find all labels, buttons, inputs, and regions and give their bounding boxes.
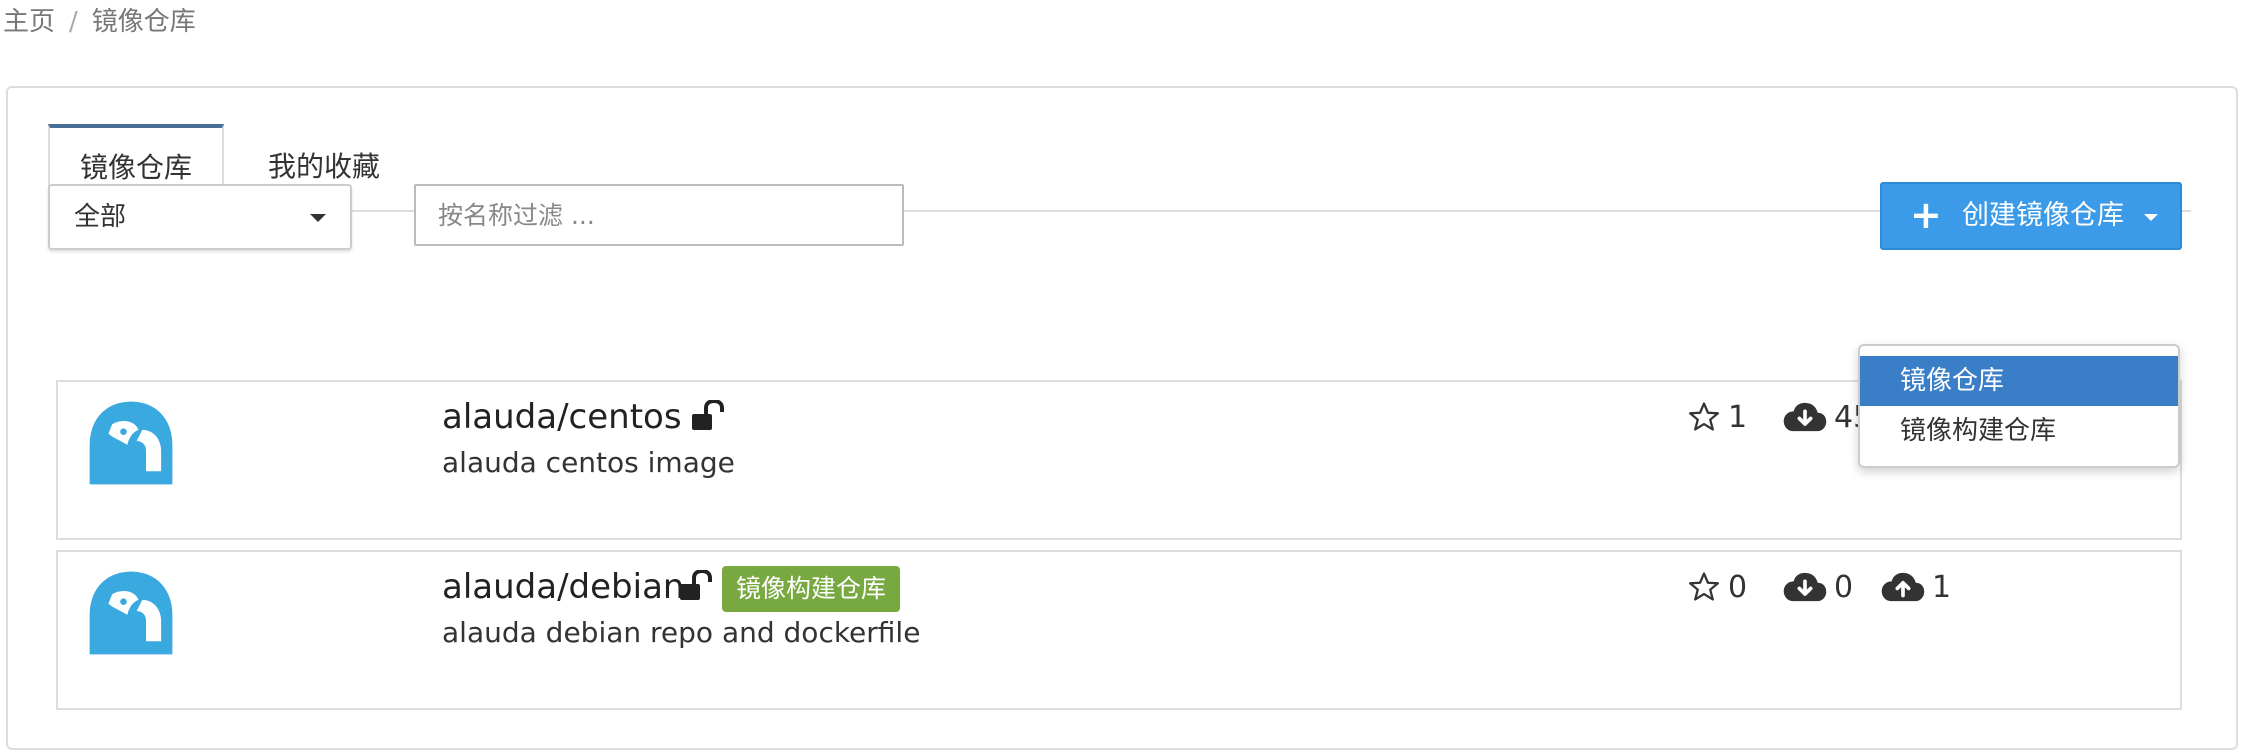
repo-description: alauda centos image <box>442 446 735 479</box>
namespace-select[interactable]: 全部 <box>48 184 352 250</box>
download-count: 0 <box>1782 564 1853 610</box>
repo-list-item[interactable]: alauda/debian 镜像构建仓库 alauda debian repo … <box>56 550 2182 710</box>
breadcrumb-current: 镜像仓库 <box>91 7 196 37</box>
repo-name[interactable]: alauda/centos <box>442 392 682 442</box>
breadcrumb: 主页 / 镜像仓库 <box>3 4 196 40</box>
star-count[interactable]: 1 <box>1686 394 1747 440</box>
upload-count: 1 <box>1880 564 1951 610</box>
build-repository-badge: 镜像构建仓库 <box>722 566 901 612</box>
namespace-select-value: 全部 <box>74 202 127 232</box>
star-count[interactable]: 0 <box>1686 564 1747 610</box>
create-repository-menu: 镜像仓库 镜像构建仓库 <box>1858 344 2180 468</box>
unlock-icon <box>692 400 724 430</box>
star-outline-icon <box>1688 572 1720 601</box>
unlock-icon <box>680 570 712 600</box>
star-count-value: 1 <box>1728 399 1748 435</box>
plus-icon: + <box>1910 193 1942 237</box>
tab-bar: 镜像仓库 我的收藏 <box>48 124 2191 212</box>
cloud-upload-icon <box>1881 572 1925 602</box>
menu-item-image-repository[interactable]: 镜像仓库 <box>1860 356 2178 406</box>
download-count-value: 0 <box>1834 569 1854 605</box>
menu-item-build-repository[interactable]: 镜像构建仓库 <box>1860 406 2178 456</box>
cloud-download-icon <box>1783 572 1827 602</box>
repo-description: alauda debian repo and dockerfile <box>442 616 921 649</box>
alauda-logo <box>89 401 173 485</box>
cloud-download-icon <box>1783 402 1827 432</box>
repo-name[interactable]: alauda/debian <box>442 562 684 612</box>
alauda-logo <box>89 571 173 655</box>
star-count-value: 0 <box>1728 569 1748 605</box>
name-filter-input[interactable] <box>414 184 904 246</box>
create-repository-label: 创建镜像仓库 <box>1962 200 2124 231</box>
create-repository-button[interactable]: + 创建镜像仓库 <box>1880 182 2182 250</box>
upload-count-value: 1 <box>1932 569 1952 605</box>
breadcrumb-home[interactable]: 主页 <box>3 4 55 40</box>
star-outline-icon <box>1688 402 1720 431</box>
caret-down-icon <box>310 214 326 222</box>
breadcrumb-separator: / <box>69 7 78 37</box>
caret-down-icon <box>2144 214 2158 221</box>
